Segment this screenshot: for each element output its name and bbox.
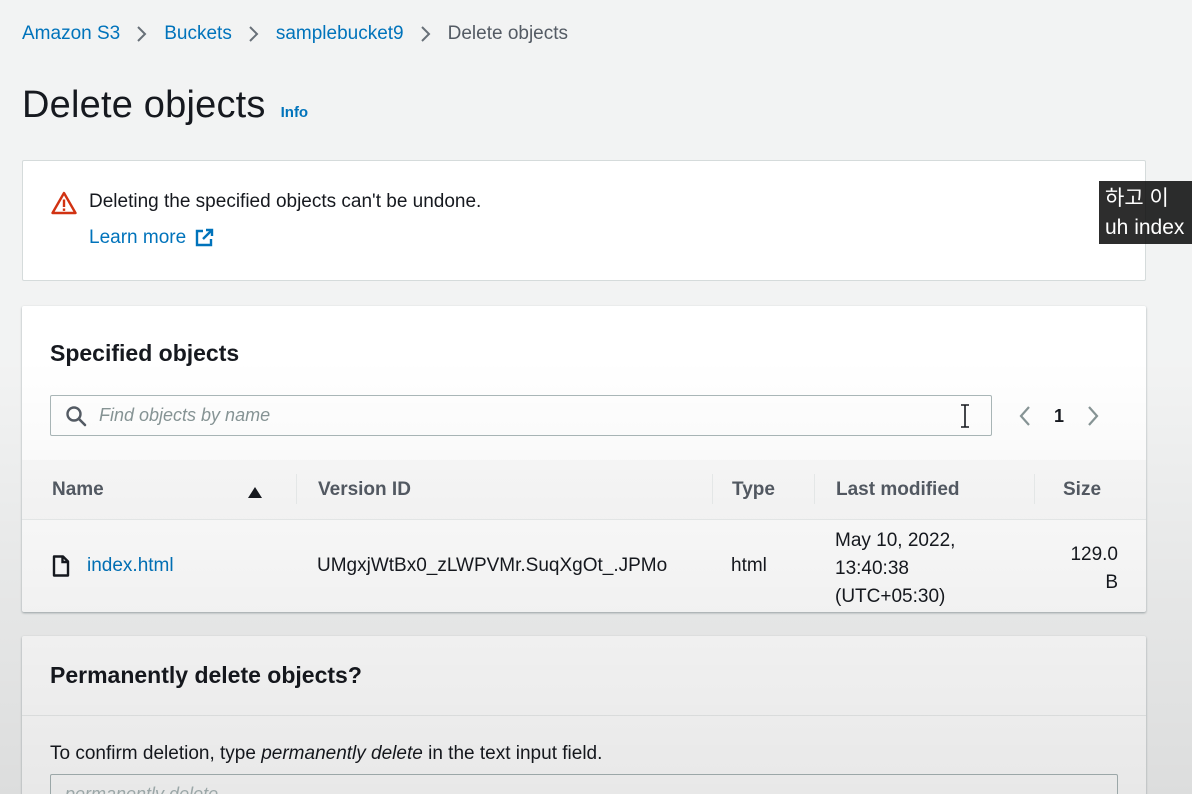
- page-header: Delete objects Info: [22, 84, 308, 127]
- breadcrumb-bucket-name[interactable]: samplebucket9: [276, 23, 404, 45]
- column-divider: [1034, 474, 1035, 504]
- breadcrumb: Amazon S3 Buckets samplebucket9 Delete o…: [22, 22, 568, 46]
- breadcrumb-current: Delete objects: [447, 23, 569, 44]
- last-modified-time: 13:40:38: [835, 558, 909, 579]
- learn-more-link[interactable]: Learn more: [89, 227, 214, 249]
- table-header: Name Version ID Type Last modified Size: [22, 460, 1146, 520]
- breadcrumb-amazon-s3[interactable]: Amazon S3: [22, 23, 120, 45]
- video-caption: 하고 이 uh index: [1099, 181, 1192, 244]
- permanently-delete-panel: Permanently delete objects? To confirm d…: [22, 636, 1146, 794]
- size-unit: B: [1105, 572, 1118, 593]
- permanently-delete-title: Permanently delete objects?: [50, 662, 362, 688]
- chevron-right-icon: [136, 25, 148, 43]
- page-title: Delete objects: [22, 84, 266, 126]
- text-cursor-icon: [959, 404, 971, 433]
- search-icon: [65, 405, 87, 427]
- specified-objects-title: Specified objects: [50, 340, 240, 366]
- column-divider: [296, 474, 297, 504]
- breadcrumb-buckets[interactable]: Buckets: [164, 23, 232, 45]
- file-icon: [52, 555, 70, 582]
- search-box[interactable]: [50, 395, 992, 436]
- permanently-delete-header: Permanently delete objects?: [22, 636, 1146, 716]
- column-header-size[interactable]: Size: [1063, 479, 1101, 501]
- pagination: 1: [1018, 402, 1100, 430]
- confirm-delete-input[interactable]: [50, 774, 1118, 794]
- pagination-prev-icon[interactable]: [1018, 404, 1032, 428]
- alert-message: Deleting the specified objects can't be …: [89, 191, 482, 212]
- column-header-type[interactable]: Type: [732, 479, 775, 501]
- object-last-modified: May 10, 2022, 13:40:38 (UTC+05:30): [835, 527, 955, 611]
- column-divider: [712, 474, 713, 504]
- column-divider: [814, 474, 815, 504]
- warning-alert: Deleting the specified objects can't be …: [22, 160, 1146, 281]
- caption-line-2: uh index: [1105, 216, 1185, 239]
- object-name-link[interactable]: index.html: [87, 555, 174, 577]
- column-header-last-modified[interactable]: Last modified: [836, 479, 960, 501]
- specified-objects-panel: Specified objects 1 Name Version ID: [22, 306, 1146, 612]
- learn-more-label: Learn more: [89, 227, 187, 248]
- warning-icon: [51, 191, 77, 215]
- info-link[interactable]: Info: [281, 104, 309, 121]
- confirm-instructions: To confirm deletion, type permanently de…: [50, 743, 602, 765]
- external-link-icon: [195, 228, 214, 247]
- pagination-page[interactable]: 1: [1054, 406, 1064, 427]
- column-header-version-id[interactable]: Version ID: [318, 479, 411, 501]
- last-modified-timezone: (UTC+05:30): [835, 586, 946, 607]
- search-input[interactable]: [99, 400, 939, 431]
- size-value: 129.0: [1070, 544, 1118, 565]
- caption-line-1: 하고 이: [1105, 187, 1169, 210]
- last-modified-date: May 10, 2022,: [835, 530, 956, 551]
- confirm-phrase: permanently delete: [261, 743, 423, 764]
- object-size: 129.0 B: [1070, 541, 1118, 597]
- chevron-right-icon: [248, 25, 260, 43]
- object-type: html: [731, 555, 767, 576]
- confirm-suffix: in the text input field.: [422, 743, 603, 764]
- sort-ascending-icon[interactable]: [248, 485, 262, 503]
- column-header-name[interactable]: Name: [52, 479, 104, 501]
- pagination-next-icon[interactable]: [1086, 404, 1100, 428]
- confirm-prefix: To confirm deletion, type: [50, 743, 262, 764]
- chevron-right-icon: [420, 25, 432, 43]
- object-version-id: UMgxjWtBx0_zLWPVMr.SuqXgOt_.JPMo: [317, 555, 668, 576]
- table-row: index.html UMgxjWtBx0_zLWPVMr.SuqXgOt_.J…: [22, 520, 1146, 612]
